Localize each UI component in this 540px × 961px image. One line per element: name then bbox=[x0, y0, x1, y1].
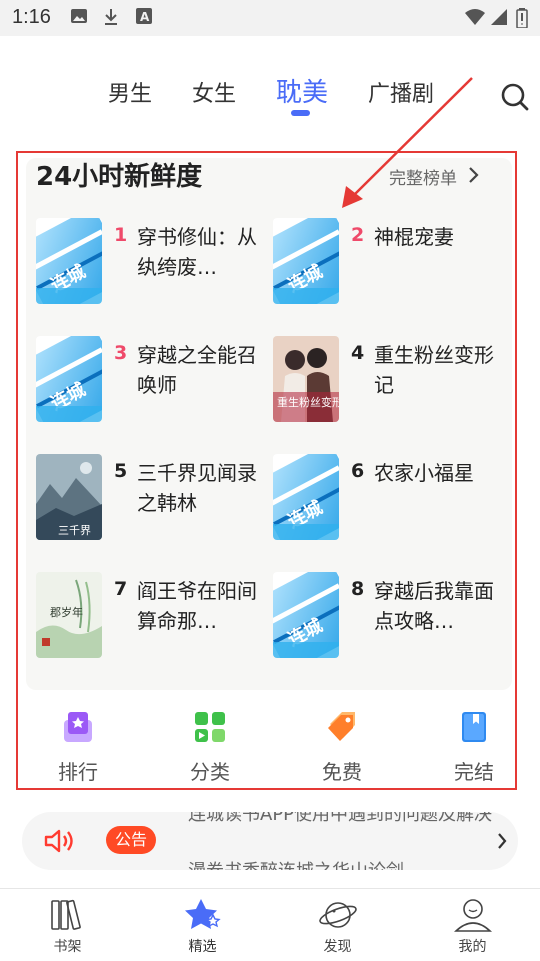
announcement-bar[interactable]: 公告 连城读书APP使用中遇到的问题及解决 漫卷书香醉连城之华山论剑 bbox=[22, 812, 518, 870]
image-icon bbox=[71, 9, 87, 23]
signal-icon bbox=[491, 9, 507, 25]
nav-featured[interactable]: 精选 bbox=[135, 889, 270, 961]
svg-text:A: A bbox=[140, 10, 150, 24]
announcement-text-next: 漫卷书香醉连城之华山论剑 bbox=[188, 857, 404, 870]
nav-label: 发现 bbox=[323, 939, 352, 955]
tab-male[interactable]: 男生 bbox=[108, 76, 152, 108]
wifi-icon bbox=[465, 9, 485, 25]
planet-icon bbox=[319, 902, 357, 928]
star-icon bbox=[185, 899, 221, 929]
font-icon: A bbox=[136, 8, 152, 24]
search-icon[interactable] bbox=[500, 82, 530, 112]
speaker-icon bbox=[44, 829, 73, 853]
nav-bookshelf[interactable]: 书架 bbox=[0, 889, 135, 961]
nav-label: 我的 bbox=[458, 939, 487, 955]
announcement-badge: 公告 bbox=[106, 826, 156, 854]
annotation-highlight-box bbox=[16, 151, 517, 790]
chevron-right-icon bbox=[498, 833, 507, 849]
battery-icon bbox=[516, 8, 528, 28]
channel-tabs: 男生 女生 耽美 广播剧 bbox=[0, 70, 540, 120]
nav-profile[interactable]: 我的 bbox=[405, 889, 540, 961]
tab-radio-drama[interactable]: 广播剧 bbox=[368, 76, 434, 108]
download-icon bbox=[105, 9, 117, 25]
status-time: 1:16 bbox=[12, 6, 51, 28]
announcement-text: 连城读书APP使用中遇到的问题及解决 bbox=[188, 812, 493, 825]
nav-label: 书架 bbox=[53, 939, 82, 955]
bottom-navigation: 书架 精选 发现 我的 bbox=[0, 888, 540, 960]
status-bar: 1:16 A bbox=[0, 0, 540, 36]
active-tab-indicator bbox=[291, 110, 310, 116]
profile-icon bbox=[453, 899, 493, 932]
tab-danmei[interactable]: 耽美 bbox=[276, 72, 328, 109]
tab-female[interactable]: 女生 bbox=[192, 76, 236, 108]
bookshelf-icon bbox=[51, 899, 81, 930]
nav-label: 精选 bbox=[188, 939, 217, 955]
nav-discover[interactable]: 发现 bbox=[270, 889, 405, 961]
